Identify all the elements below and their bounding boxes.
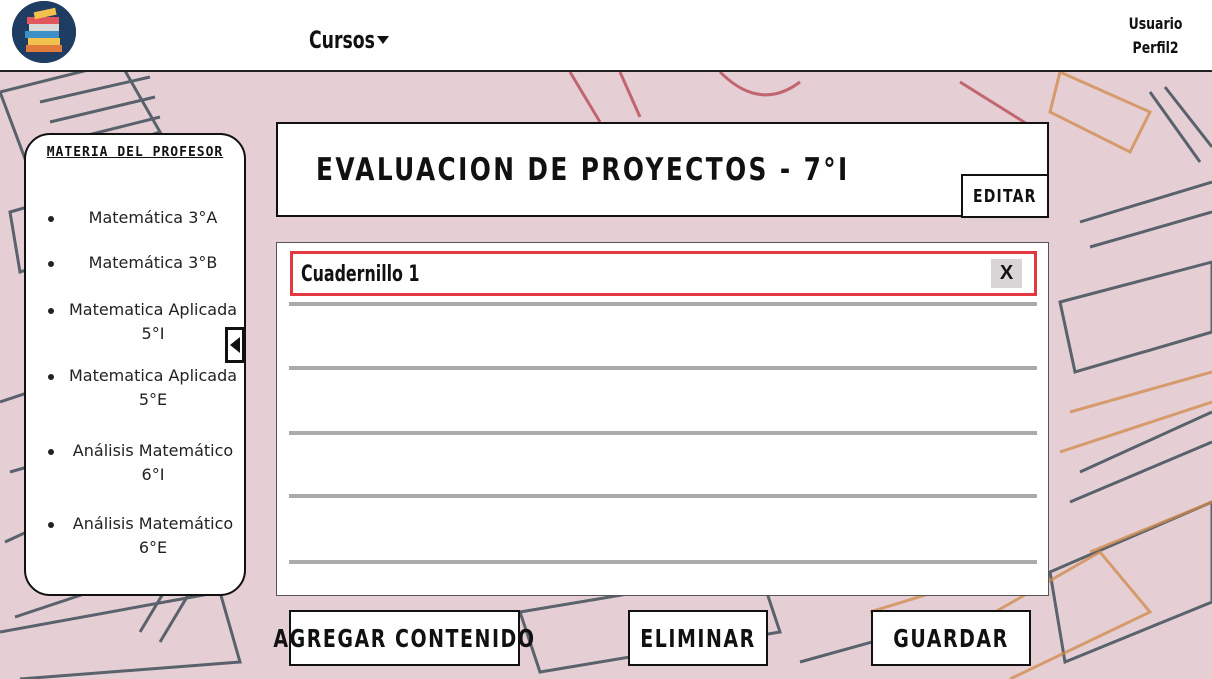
chapter-name-input[interactable] [301,259,762,289]
sidebar-item-label: Matemática 3°B [88,253,218,272]
content-line[interactable] [289,560,1037,564]
sidebar-item-label: Análisis Matemático 6°E [72,514,234,557]
sidebar-item-analisis-matematico-6i[interactable]: Análisis Matemático 6°I [48,439,244,487]
bullet-icon [48,449,54,455]
sidebar-item-matematica-3b[interactable]: Matemática 3°B [48,251,244,275]
sidebar-item-label: Matematica Aplicada 5°I [68,300,238,343]
content-panel: X [276,242,1049,596]
collapse-sidebar-button[interactable] [225,327,245,363]
page-title: EVALUACION DE PROYECTOS - 7°I [316,152,850,188]
teacher-subjects-sidebar: MATERIA DEL PROFESOR Matemática 3°A Mate… [24,133,246,596]
sidebar-item-analisis-matematico-6e[interactable]: Análisis Matemático 6°E [48,512,244,560]
sidebar-item-label: Análisis Matemático 6°I [72,441,234,484]
top-header: Cursos Usuario Perfil2 [0,0,1212,72]
sidebar-item-matematica-3a[interactable]: Matemática 3°A [48,206,244,230]
chapter-field: X [290,251,1037,296]
save-button[interactable]: GUARDAR [871,610,1031,666]
delete-label: ELIMINAR [640,623,756,653]
sidebar-item-label: Matematica Aplicada 5°E [68,366,238,409]
profile-label: Perfil2 [1132,38,1179,57]
content-line[interactable] [289,366,1037,370]
content-line[interactable] [289,494,1037,498]
courses-dropdown-label: Cursos [309,26,375,54]
close-chapter-button[interactable]: X [991,259,1022,288]
caret-down-icon [377,36,389,44]
sidebar-item-matematica-aplicada-5e[interactable]: Matematica Aplicada 5°E [48,364,244,412]
sidebar-item-label: Matemática 3°A [88,208,218,227]
close-icon: X [999,262,1014,284]
bullet-icon [48,522,54,528]
user-profile[interactable]: Usuario Perfil2 [1121,12,1190,60]
sidebar-item-matematica-aplicada-5i[interactable]: Matematica Aplicada 5°I [48,298,244,346]
save-label: GUARDAR [893,623,1009,653]
user-label: Usuario [1128,14,1183,33]
sidebar-title: MATERIA DEL PROFESOR [46,145,224,160]
books-logo[interactable] [12,1,76,63]
content-line[interactable] [289,302,1037,306]
add-content-button[interactable]: AGREGAR CONTENIDO [273,610,534,666]
project-title-card: EVALUACION DE PROYECTOS - 7°I EDITAR [276,122,1049,218]
bullet-icon [48,216,54,222]
bullet-icon [48,261,54,267]
edit-button[interactable]: EDITAR [961,174,1049,218]
bullet-icon [48,308,54,314]
books-logo-icon [12,1,76,63]
add-content-label: AGREGAR CONTENIDO [273,623,536,653]
content-line[interactable] [289,431,1037,435]
edit-button-label: EDITAR [973,185,1037,207]
delete-button[interactable]: ELIMINAR [628,610,768,666]
triangle-left-icon [230,337,240,353]
bullet-icon [48,374,54,380]
courses-dropdown[interactable]: Cursos [309,24,389,56]
